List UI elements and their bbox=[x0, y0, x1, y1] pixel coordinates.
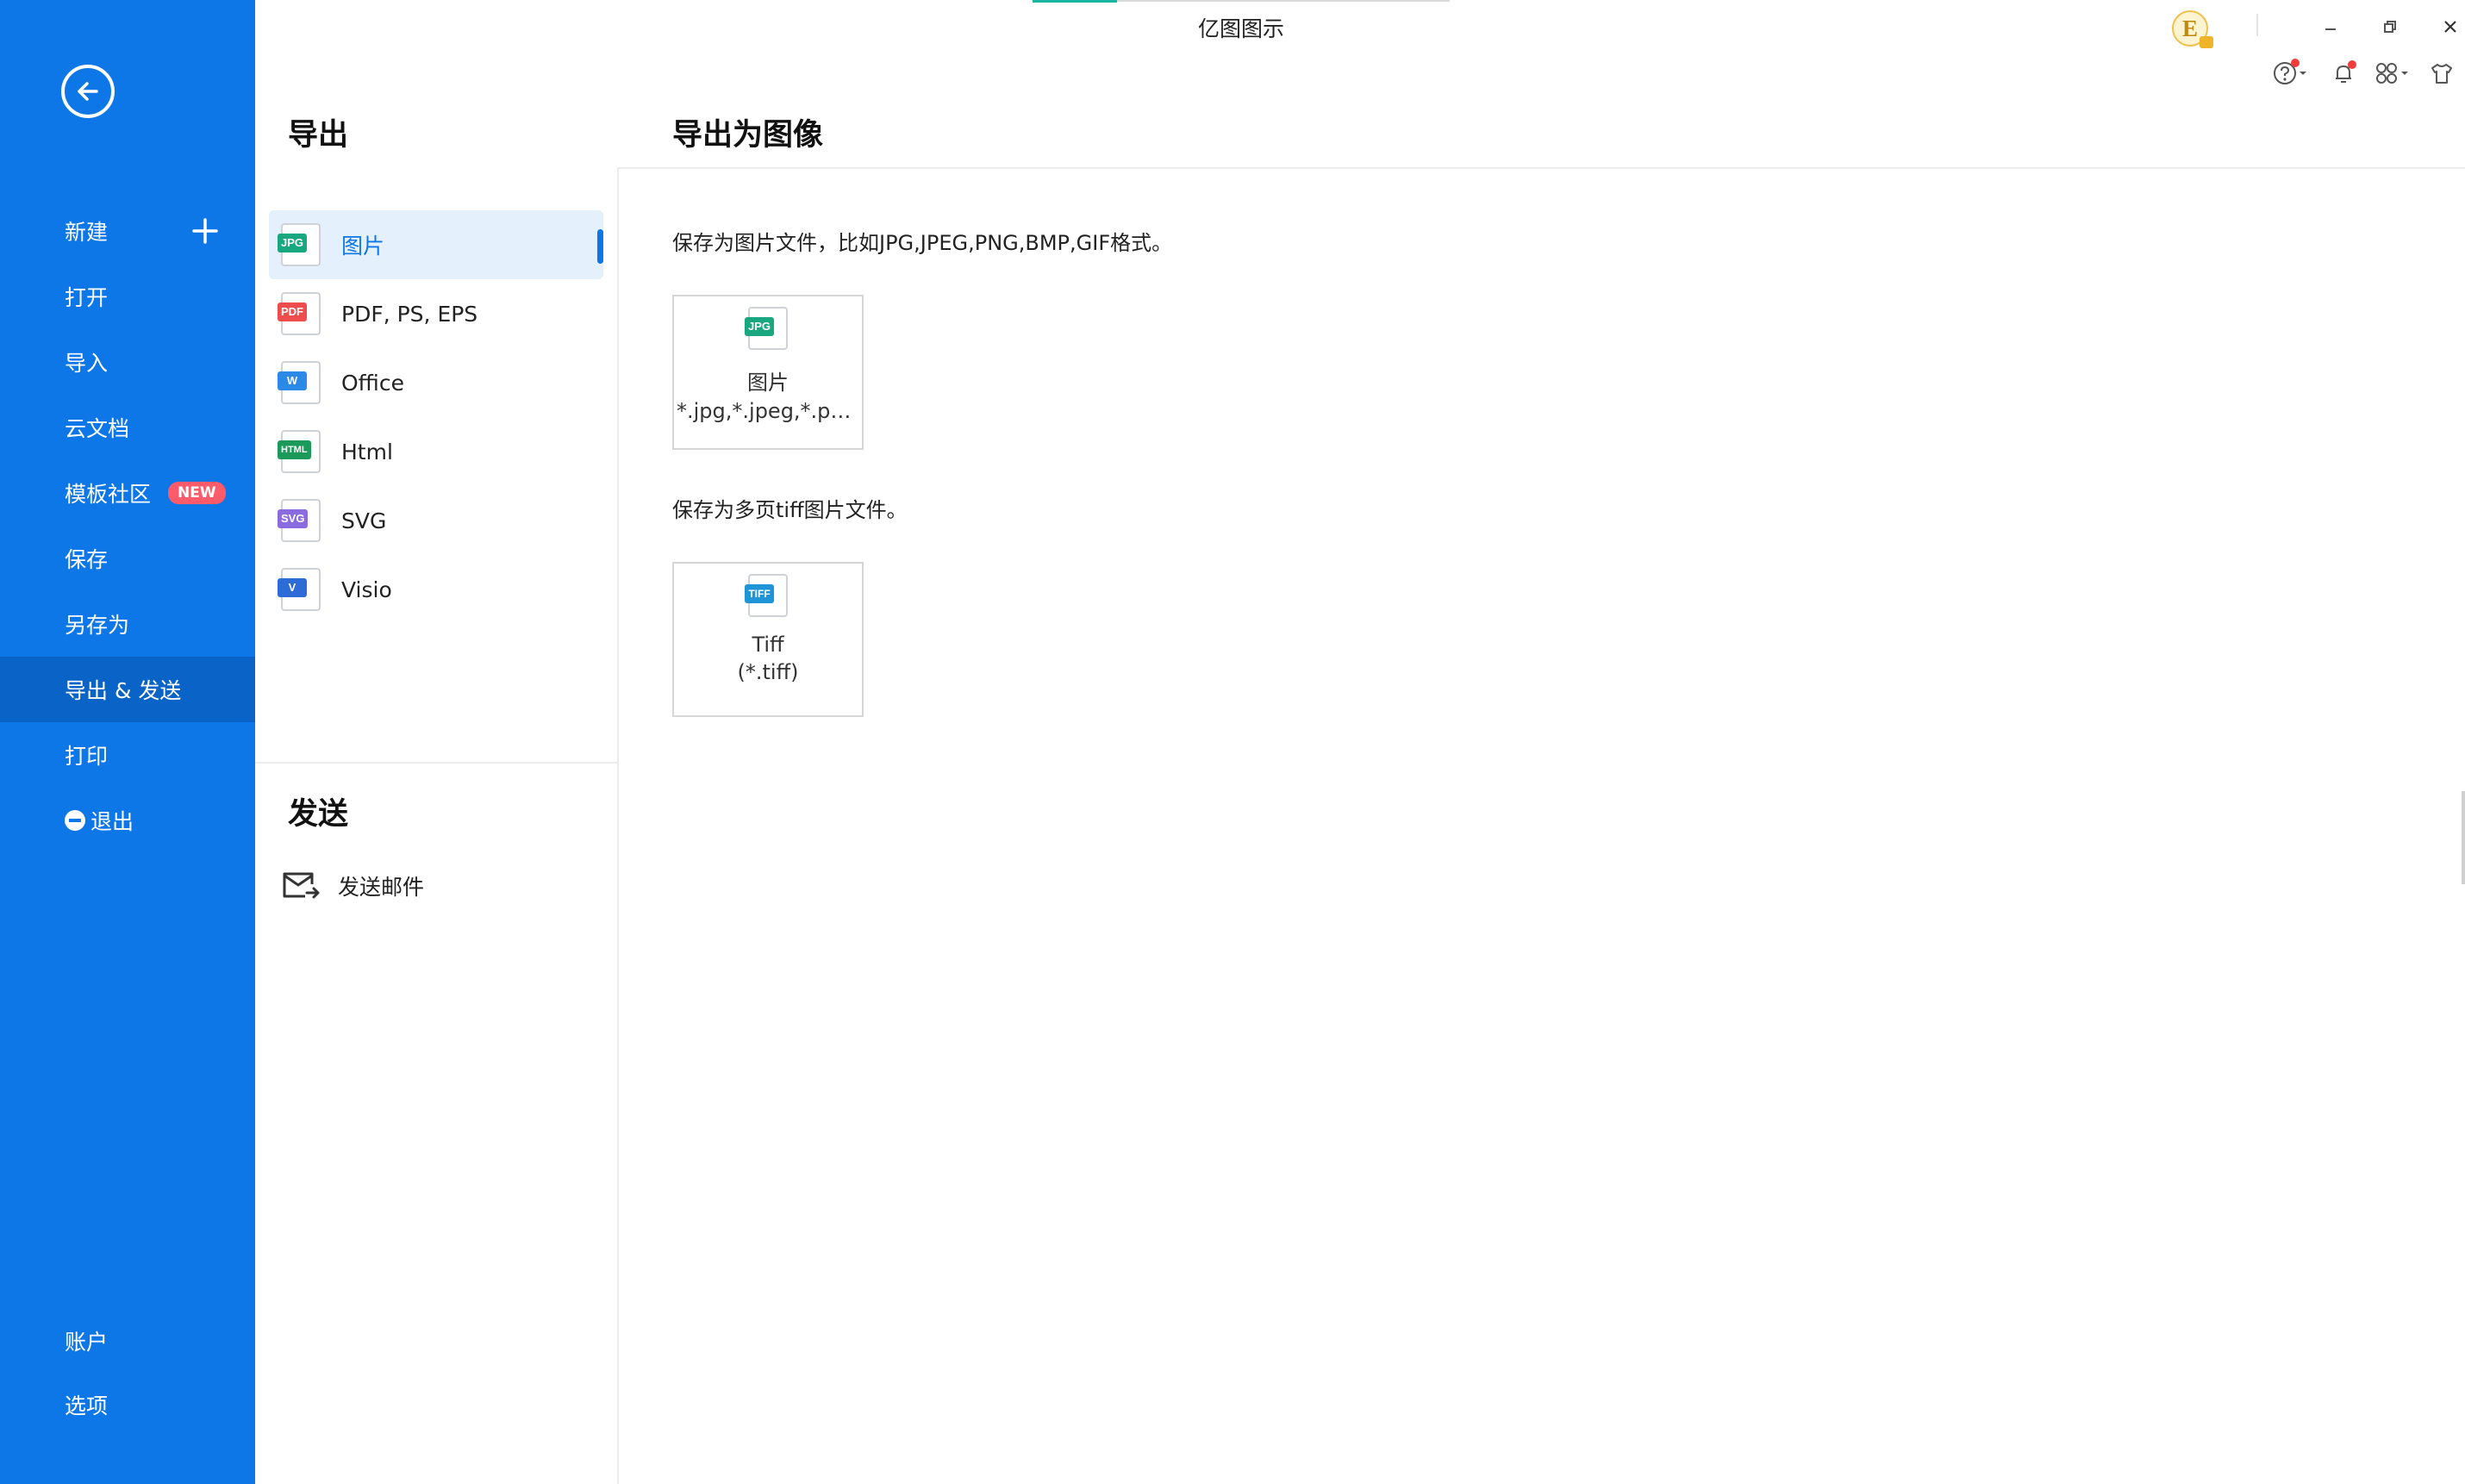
image-export-card[interactable]: JPG 图片 *.jpg,*.jpeg,*.png... bbox=[672, 295, 864, 450]
file-tag: JPG bbox=[745, 317, 775, 336]
close-icon bbox=[2444, 21, 2456, 33]
file-tag: W bbox=[278, 371, 307, 390]
tshirt-icon bbox=[2431, 64, 2452, 84]
apps-button[interactable] bbox=[2374, 59, 2410, 88]
restore-icon bbox=[2384, 21, 2396, 33]
notification-dot bbox=[2291, 59, 2300, 67]
tiff-export-card[interactable]: TIFF Tiff (*.tiff) bbox=[672, 562, 864, 717]
section-divider bbox=[255, 762, 617, 764]
jpg-file-icon: JPG bbox=[745, 307, 788, 350]
sidebar-item-open[interactable]: 打开 bbox=[0, 264, 255, 329]
sidebar-item-label: 模板社区 bbox=[65, 482, 152, 507]
file-tag: JPG bbox=[278, 234, 308, 253]
export-section-title: 导出 bbox=[288, 118, 349, 153]
sidebar-item-new[interactable]: 新建 bbox=[0, 198, 255, 264]
close-button[interactable] bbox=[2436, 12, 2465, 41]
format-label: Office bbox=[341, 370, 404, 396]
tiff-file-icon: TIFF bbox=[745, 574, 788, 617]
chevron-down-icon[interactable] bbox=[2298, 68, 2308, 78]
card-extensions: (*.tiff) bbox=[737, 660, 799, 684]
format-label: PDF, PS, EPS bbox=[341, 301, 478, 327]
word-file-icon: W bbox=[278, 361, 321, 404]
sidebar-item-label: 另存为 bbox=[65, 613, 130, 638]
send-section-title: 发送 bbox=[288, 797, 349, 832]
format-item-visio[interactable]: V Visio bbox=[269, 555, 603, 624]
sidebar-item-save[interactable]: 保存 bbox=[0, 526, 255, 591]
sidebar-item-save-as[interactable]: 另存为 bbox=[0, 591, 255, 657]
apps-grid-icon bbox=[2376, 63, 2397, 84]
sidebar: 新建 打开 导入 云文档 模板社区 NEW 保存 另存为 导出 & 发送 打印 … bbox=[0, 0, 255, 1484]
app-title: 亿图图示 bbox=[1197, 16, 1284, 41]
sidebar-item-options[interactable]: 选项 bbox=[0, 1372, 255, 1437]
arrow-left-icon bbox=[78, 82, 98, 101]
notification-dot bbox=[2348, 60, 2356, 69]
vip-badge-icon bbox=[2200, 36, 2213, 48]
sidebar-item-label: 新建 bbox=[65, 220, 109, 245]
file-tag: PDF bbox=[278, 302, 307, 321]
titlebar-divider bbox=[2256, 14, 2258, 36]
file-tag: TIFF bbox=[745, 584, 774, 603]
sidebar-item-print[interactable]: 打印 bbox=[0, 722, 255, 788]
sidebar-item-account[interactable]: 账户 bbox=[0, 1308, 255, 1374]
tab-strip-line bbox=[1117, 0, 1450, 2]
jpg-file-icon: JPG bbox=[278, 223, 321, 266]
avatar-initial: E bbox=[2181, 15, 2198, 41]
card-name: 图片 bbox=[747, 371, 789, 395]
sidebar-item-exit[interactable]: 退出 bbox=[0, 788, 255, 853]
sidebar-item-label: 导出 & 发送 bbox=[65, 678, 182, 703]
pdf-file-icon: PDF bbox=[278, 292, 321, 335]
file-tag: SVG bbox=[278, 509, 309, 528]
format-label: SVG bbox=[341, 508, 387, 533]
content-title: 导出为图像 bbox=[672, 118, 824, 153]
format-item-html[interactable]: HTML Html bbox=[269, 417, 603, 486]
card-extensions: *.jpg,*.jpeg,*.png... bbox=[677, 399, 859, 423]
mail-send-icon bbox=[283, 872, 320, 899]
restore-button[interactable] bbox=[2375, 12, 2405, 41]
format-item-image[interactable]: JPG 图片 bbox=[269, 210, 603, 279]
sidebar-item-cloud-docs[interactable]: 云文档 bbox=[0, 395, 255, 460]
svg-file-icon: SVG bbox=[278, 499, 321, 542]
back-button[interactable] bbox=[61, 65, 115, 118]
sidebar-item-label: 导入 bbox=[65, 351, 109, 376]
header-divider bbox=[617, 167, 2465, 169]
sidebar-item-label: 打开 bbox=[65, 285, 109, 310]
sidebar-item-import[interactable]: 导入 bbox=[0, 329, 255, 395]
format-item-svg[interactable]: SVG SVG bbox=[269, 486, 603, 555]
plus-icon[interactable] bbox=[191, 217, 219, 245]
user-avatar[interactable]: E bbox=[2172, 10, 2213, 48]
tiff-description: 保存为多页tiff图片文件。 bbox=[672, 498, 908, 522]
minimize-button[interactable] bbox=[2316, 12, 2345, 41]
format-label: 图片 bbox=[341, 234, 385, 259]
format-item-pdf[interactable]: PDF PDF, PS, EPS bbox=[269, 279, 603, 348]
active-tab-indicator bbox=[1033, 0, 1117, 3]
send-email-button[interactable]: 发送邮件 bbox=[281, 870, 424, 901]
notifications-button[interactable] bbox=[2331, 59, 2356, 88]
sidebar-item-label: 保存 bbox=[65, 547, 109, 572]
sidebar-item-label: 退出 bbox=[90, 809, 134, 834]
column-divider bbox=[617, 169, 619, 1484]
help-button[interactable] bbox=[2272, 59, 2308, 88]
exit-icon bbox=[65, 810, 85, 831]
sidebar-item-label: 打印 bbox=[65, 744, 109, 769]
format-label: Html bbox=[341, 439, 393, 465]
format-item-office[interactable]: W Office bbox=[269, 348, 603, 417]
sidebar-item-label: 账户 bbox=[65, 1330, 109, 1355]
format-label: Visio bbox=[341, 577, 392, 602]
chevron-down-icon[interactable] bbox=[2399, 68, 2410, 78]
sidebar-item-label: 选项 bbox=[65, 1394, 109, 1419]
minimize-icon bbox=[2325, 28, 2336, 30]
skin-button[interactable] bbox=[2429, 59, 2455, 88]
sidebar-item-label: 云文档 bbox=[65, 416, 130, 441]
send-email-label: 发送邮件 bbox=[338, 875, 425, 900]
panel-resize-handle[interactable] bbox=[2462, 791, 2465, 884]
visio-file-icon: V bbox=[278, 568, 321, 611]
new-badge: NEW bbox=[168, 482, 226, 504]
sidebar-item-template-community[interactable]: 模板社区 NEW bbox=[0, 460, 255, 526]
card-name: Tiff bbox=[752, 633, 784, 657]
html-file-icon: HTML bbox=[278, 430, 321, 473]
image-description: 保存为图片文件，比如JPG,JPEG,PNG,BMP,GIF格式。 bbox=[672, 231, 1173, 255]
file-tag: V bbox=[278, 578, 307, 597]
sidebar-item-export-send[interactable]: 导出 & 发送 bbox=[0, 657, 255, 722]
file-tag: HTML bbox=[278, 440, 311, 459]
